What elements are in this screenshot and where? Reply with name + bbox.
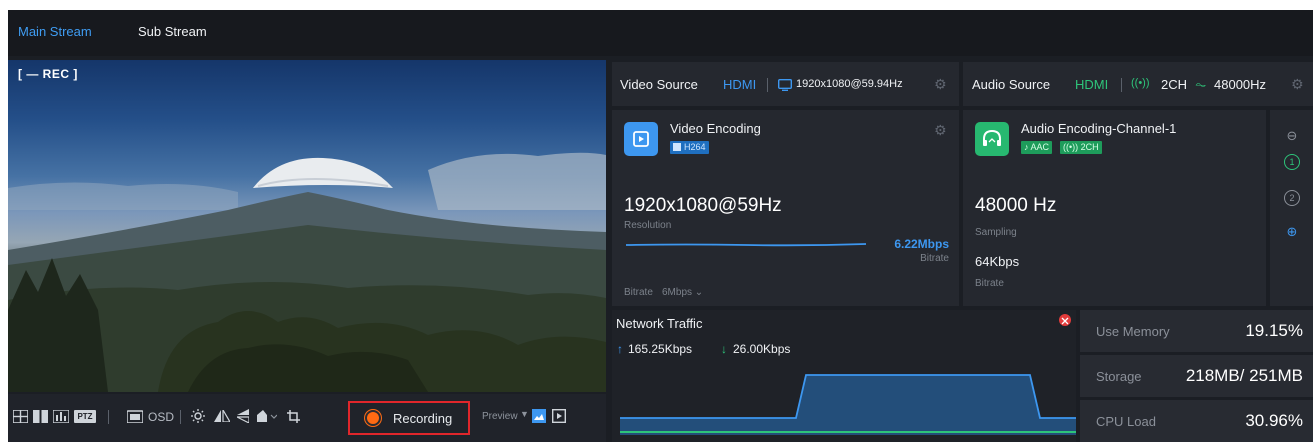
storage-usage-row: Storage 218MB/ 251MB: [1080, 355, 1313, 397]
video-bitrate-value: 6.22Mbps: [894, 237, 949, 251]
play-square-icon: [624, 122, 658, 156]
ptz-icon[interactable]: PTZ: [74, 410, 96, 423]
audio-channel-sidebar: ⊖ 1 2 ⊕: [1270, 110, 1313, 306]
play-mode-icon[interactable]: [552, 408, 566, 424]
stream-tab-bar: Main Stream Sub Stream: [8, 10, 1313, 56]
record-dot-icon: [367, 412, 379, 424]
video-source-label: Video Source: [620, 77, 698, 92]
memory-value: 19.15%: [1245, 321, 1303, 340]
video-resolution-value: 1920x1080@59Hz: [624, 195, 782, 216]
add-channel-icon[interactable]: ⊕: [1284, 224, 1300, 240]
rec-overlay-label: [ — REC ]: [18, 67, 78, 81]
audio-bitrate-label: Bitrate: [975, 278, 1004, 289]
upload-rate: 165.25Kbps: [628, 342, 693, 356]
video-source-panel: Video Source HDMI 1920x1080@59.94Hz ⚙: [612, 62, 959, 106]
upload-arrow-icon: ↑: [617, 342, 623, 356]
headphones-icon: [975, 122, 1009, 156]
histogram-icon[interactable]: [52, 408, 70, 424]
audio-sampling-value: 48000 Hz: [975, 195, 1057, 216]
collapse-icon[interactable]: ⊖: [1284, 128, 1300, 144]
gear-icon[interactable]: ⚙: [1291, 76, 1304, 93]
video-source-interface: HDMI: [723, 77, 757, 92]
video-bitrate-caption: Bitrate: [920, 253, 949, 264]
gear-icon[interactable]: ⚙: [934, 122, 947, 139]
audio-sampling-label: Sampling: [975, 227, 1017, 238]
crop-icon[interactable]: [286, 408, 300, 424]
audio-encoding-title: Audio Encoding-Channel-1: [1021, 121, 1177, 136]
chevron-down-icon[interactable]: ▼: [520, 409, 529, 419]
audio-encoding-panel: Audio Encoding-Channel-1 ♪ AAC ((•)) 2CH…: [963, 110, 1266, 306]
pulse-icon: ⏦: [1195, 76, 1207, 92]
bitrate-setting-label: Bitrate: [624, 287, 653, 298]
monitor-icon: [777, 78, 793, 96]
tab-main-stream[interactable]: Main Stream: [18, 24, 92, 39]
network-traffic-graph: [620, 374, 1076, 435]
mirror-icon[interactable]: [214, 408, 230, 424]
snapshot-icon[interactable]: [126, 408, 144, 424]
audio-source-label: Audio Source: [972, 77, 1051, 92]
channel-1-button[interactable]: 1: [1284, 154, 1300, 170]
channel-2-button[interactable]: 2: [1284, 190, 1300, 206]
download-arrow-icon: ↓: [721, 342, 727, 356]
bitrate-setting-dropdown[interactable]: 6Mbps ⌄: [662, 287, 703, 298]
brightness-icon[interactable]: [190, 408, 206, 424]
download-rate: 26.00Kbps: [733, 342, 791, 356]
memory-usage-row: Use Memory 19.15%: [1080, 310, 1313, 352]
recording-label: Recording: [393, 410, 453, 426]
image-mode-icon[interactable]: [532, 408, 546, 424]
cpu-load-label: CPU Load: [1096, 414, 1156, 429]
tab-sub-stream[interactable]: Sub Stream: [138, 24, 207, 39]
video-resolution-label: Resolution: [624, 220, 672, 231]
encoder-dashboard: Main Stream Sub Stream [ — REC ] PTZ OSD…: [8, 10, 1313, 442]
video-preview[interactable]: [ — REC ]: [8, 60, 606, 392]
audio-source-panel: Audio Source HDMI ((•)) 2CH ⏦ 48000Hz ⚙: [963, 62, 1313, 106]
video-bitrate-sparkline: [626, 243, 866, 247]
audio-channels-badge: ((•)) 2CH: [1060, 141, 1102, 154]
gear-icon[interactable]: ⚙: [934, 76, 947, 93]
cpu-load-row: CPU Load 30.96%: [1080, 400, 1313, 442]
grid-4-icon[interactable]: [12, 408, 28, 424]
video-codec-badge: H264: [670, 141, 709, 154]
video-source-resolution: 1920x1080@59.94Hz: [796, 78, 903, 90]
network-traffic-title: Network Traffic: [616, 316, 703, 331]
memory-label: Use Memory: [1096, 324, 1170, 339]
toolbar-divider: [108, 410, 109, 424]
video-encoding-title: Video Encoding: [670, 121, 761, 136]
preview-toolbar: PTZ OSD Recording Preview ▼: [8, 394, 606, 442]
audio-source-sample-rate: 48000Hz: [1214, 77, 1267, 92]
storage-value: 218MB/ 251MB: [1185, 366, 1303, 385]
video-encoding-panel: Video Encoding H264 ⚙ 1920x1080@59Hz Res…: [612, 110, 959, 306]
rotate-dropdown-icon[interactable]: [256, 408, 278, 424]
toolbar-divider: [180, 410, 181, 424]
audio-wave-icon: ((•)): [1131, 77, 1150, 89]
divider: [1121, 78, 1122, 92]
cpu-load-value: 30.96%: [1245, 411, 1303, 430]
preview-landscape: [8, 152, 606, 392]
audio-source-interface: HDMI: [1075, 77, 1109, 92]
audio-source-channels: 2CH: [1161, 77, 1188, 92]
red-alert-icon[interactable]: [1059, 314, 1071, 326]
osd-label[interactable]: OSD: [148, 410, 174, 424]
grid-2-icon[interactable]: [32, 408, 48, 424]
storage-label: Storage: [1096, 369, 1142, 384]
flip-icon[interactable]: [236, 408, 250, 424]
audio-bitrate-value: 64Kbps: [975, 254, 1020, 269]
audio-codec-badge: ♪ AAC: [1021, 141, 1053, 154]
recording-button[interactable]: Recording: [348, 401, 470, 435]
divider: [767, 78, 768, 92]
network-traffic-panel: Network Traffic ↑ 165.25Kbps ↓ 26.00Kbps: [612, 310, 1076, 442]
preview-mode-label[interactable]: Preview: [482, 411, 518, 422]
